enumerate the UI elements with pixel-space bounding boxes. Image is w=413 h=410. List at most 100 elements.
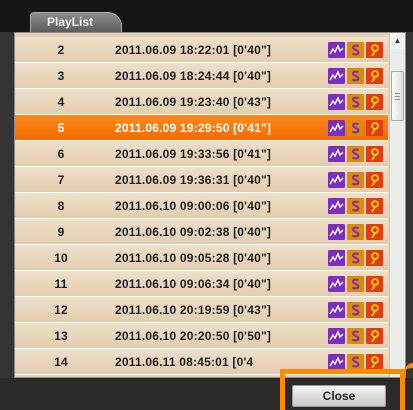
gps-pin-icon[interactable] — [366, 146, 383, 162]
speed-s-icon[interactable] — [347, 250, 364, 266]
gps-pin-icon[interactable] — [366, 94, 383, 110]
item-icons — [328, 328, 383, 344]
item-timestamp: 2011.06.09 19:33:56 [0'41"] — [115, 147, 272, 161]
item-number: 7 — [57, 173, 65, 187]
speed-s-icon[interactable] — [347, 276, 364, 292]
item-icons — [328, 302, 383, 318]
list-item[interactable]: 3 2011.06.09 18:24:44 [0'40"] — [15, 63, 388, 89]
title-bar: PlayList — [0, 0, 413, 32]
motion-graph-icon[interactable] — [328, 302, 345, 318]
item-icons — [328, 224, 383, 240]
gps-pin-icon[interactable] — [366, 354, 383, 370]
item-icons — [328, 146, 383, 162]
item-timestamp: 2011.06.10 20:19:59 [0'43"] — [115, 303, 272, 317]
gps-pin-icon[interactable] — [366, 250, 383, 266]
tab-playlist[interactable]: PlayList — [30, 12, 122, 32]
gps-pin-icon[interactable] — [366, 172, 383, 188]
motion-graph-icon[interactable] — [328, 354, 345, 370]
speed-s-icon[interactable] — [347, 172, 364, 188]
gps-pin-icon[interactable] — [366, 328, 383, 344]
item-number: 5 — [57, 121, 65, 135]
item-timestamp: 2011.06.09 19:36:31 [0'40"] — [115, 173, 272, 187]
list-item[interactable]: 8 2011.06.10 09:00:06 [0'40"] — [15, 193, 388, 219]
item-number: 13 — [54, 329, 68, 343]
item-number: 8 — [57, 199, 65, 213]
gps-pin-icon[interactable] — [366, 120, 383, 136]
list-item[interactable]: 4 2011.06.09 19:23:40 [0'43"] — [15, 89, 388, 115]
item-number: 10 — [54, 251, 68, 265]
vertical-scrollbar[interactable]: ▲ — [389, 33, 405, 377]
list-item[interactable]: 13 2011.06.10 20:20:50 [0'50"] — [15, 323, 388, 349]
gps-pin-icon[interactable] — [366, 198, 383, 214]
speed-s-icon[interactable] — [347, 68, 364, 84]
item-number: 6 — [57, 147, 65, 161]
item-timestamp: 2011.06.10 09:00:06 [0'40"] — [115, 199, 272, 213]
motion-graph-icon[interactable] — [328, 146, 345, 162]
list-item[interactable]: 14 2011.06.11 08:45:01 [0'4 — [15, 349, 388, 375]
speed-s-icon[interactable] — [347, 354, 364, 370]
gps-pin-icon[interactable] — [366, 68, 383, 84]
item-number: 12 — [54, 303, 68, 317]
list-item[interactable]: 2 2011.06.09 18:22:01 [0'40"] — [15, 37, 388, 63]
item-timestamp: 2011.06.10 09:06:34 [0'40"] — [115, 277, 272, 291]
gps-pin-icon[interactable] — [366, 302, 383, 318]
speed-s-icon[interactable] — [347, 198, 364, 214]
scroll-up-arrow-icon[interactable]: ▲ — [390, 33, 405, 49]
list-item[interactable]: 6 2011.06.09 19:33:56 [0'41"] — [15, 141, 388, 167]
list-item[interactable]: 7 2011.06.09 19:36:31 [0'40"] — [15, 167, 388, 193]
playlist-rows: 2 2011.06.09 18:22:01 [0'40"] 3 2011.06.09 … — [15, 33, 388, 377]
close-button[interactable]: Close — [292, 385, 386, 407]
speed-s-icon[interactable] — [347, 146, 364, 162]
grip-line — [395, 96, 400, 97]
close-highlight-corner — [405, 363, 413, 373]
scroll-thumb[interactable] — [391, 71, 404, 121]
item-icons — [328, 42, 383, 58]
motion-graph-icon[interactable] — [328, 328, 345, 344]
gps-pin-icon[interactable] — [366, 42, 383, 58]
item-icons — [328, 198, 383, 214]
motion-graph-icon[interactable] — [328, 172, 345, 188]
item-number: 11 — [54, 277, 68, 291]
motion-graph-icon[interactable] — [328, 94, 345, 110]
item-number: 2 — [57, 43, 65, 57]
motion-graph-icon[interactable] — [328, 198, 345, 214]
list-item[interactable]: 9 2011.06.10 09:02:38 [0'40"] — [15, 219, 388, 245]
item-icons — [328, 354, 383, 370]
grip-line — [395, 99, 400, 100]
motion-graph-icon[interactable] — [328, 120, 345, 136]
list-item[interactable]: 10 2011.06.10 09:05:28 [0'40"] — [15, 245, 388, 271]
item-icons — [328, 250, 383, 266]
grip-line — [395, 93, 400, 94]
item-timestamp: 2011.06.10 20:20:50 [0'50"] — [115, 329, 272, 343]
motion-graph-icon[interactable] — [328, 224, 345, 240]
speed-s-icon[interactable] — [347, 224, 364, 240]
item-timestamp: 2011.06.10 09:02:38 [0'40"] — [115, 225, 272, 239]
playlist-list: 2 2011.06.09 18:22:01 [0'40"] 3 2011.06.09 … — [14, 32, 406, 378]
item-number: 4 — [57, 95, 65, 109]
item-number: 14 — [54, 355, 68, 369]
item-timestamp: 2011.06.09 18:24:44 [0'40"] — [115, 69, 272, 83]
item-icons — [328, 68, 383, 84]
motion-graph-icon[interactable] — [328, 42, 345, 58]
list-item[interactable]: 12 2011.06.10 20:19:59 [0'43"] — [15, 297, 388, 323]
item-number: 3 — [57, 69, 65, 83]
motion-graph-icon[interactable] — [328, 276, 345, 292]
speed-s-icon[interactable] — [347, 328, 364, 344]
item-number: 9 — [57, 225, 65, 239]
item-icons — [328, 172, 383, 188]
item-icons — [328, 276, 383, 292]
gps-pin-icon[interactable] — [366, 224, 383, 240]
motion-graph-icon[interactable] — [328, 250, 345, 266]
item-icons — [328, 94, 383, 110]
speed-s-icon[interactable] — [347, 302, 364, 318]
item-timestamp: 2011.06.11 08:45:01 [0'4 — [115, 355, 254, 369]
speed-s-icon[interactable] — [347, 94, 364, 110]
speed-s-icon[interactable] — [347, 42, 364, 58]
playlist-window: PlayList 2 2011.06.09 18:22:01 [0'40"] 3 20… — [0, 0, 413, 410]
speed-s-icon[interactable] — [347, 120, 364, 136]
motion-graph-icon[interactable] — [328, 68, 345, 84]
list-item-selected[interactable]: 5 2011.06.09 19:29:50 [0'41"] — [15, 115, 388, 141]
list-item[interactable]: 11 2011.06.10 09:06:34 [0'40"] — [15, 271, 388, 297]
item-timestamp: 2011.06.10 09:05:28 [0'40"] — [115, 251, 272, 265]
gps-pin-icon[interactable] — [366, 276, 383, 292]
